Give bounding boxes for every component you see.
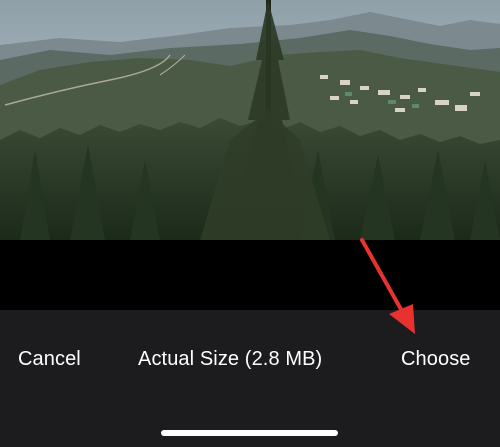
choose-button[interactable]: Choose xyxy=(401,346,471,372)
image-size-button[interactable]: Actual Size (2.8 MB) xyxy=(138,346,322,372)
photo-preview xyxy=(0,0,500,240)
home-indicator xyxy=(161,430,338,436)
cancel-button[interactable]: Cancel xyxy=(18,346,81,372)
preview-letterbox xyxy=(0,240,500,310)
bottom-toolbar: Cancel Actual Size (2.8 MB) Choose xyxy=(0,310,500,447)
image-picker-screen: Cancel Actual Size (2.8 MB) Choose xyxy=(0,0,500,447)
